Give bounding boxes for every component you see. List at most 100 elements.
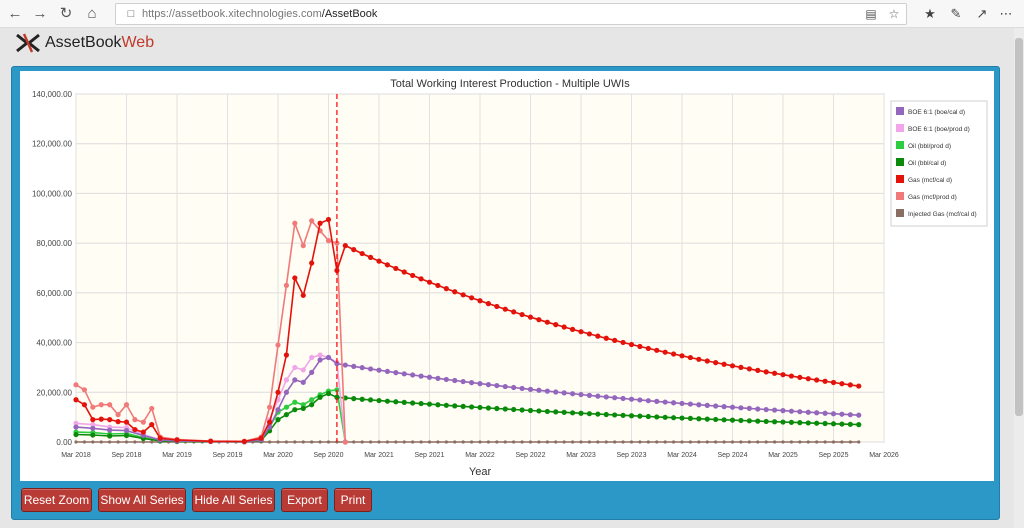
data-point [680,440,684,444]
data-point [82,440,87,444]
legend-label[interactable]: Gas (mcf/prod d) [908,194,957,201]
data-point [124,440,129,444]
data-point [309,354,315,361]
chart-legend[interactable]: BOE 6:1 (boe/cal d) BOE 6:1 (boe/prod d) O… [890,100,988,227]
data-point [815,440,819,444]
data-point [788,408,795,414]
data-point [90,425,96,431]
data-point [107,433,113,439]
address-bar[interactable]: □ https://assetbook.xitechnologies.com/A… [115,3,907,25]
y-tick-label: 20,000.00 [36,388,72,397]
export-button[interactable]: Export [281,488,328,512]
data-point [359,396,365,402]
legend-label[interactable]: BOE 6:1 (boe/cal d) [908,109,965,116]
app-logo-text[interactable]: AssetBookWeb [45,34,154,52]
hide-all-series-button[interactable]: Hide All Series [192,488,275,512]
legend-swatch[interactable] [896,107,904,115]
favorites-list-icon[interactable]: ★ [920,4,940,24]
data-point [468,404,475,410]
data-point [293,440,297,444]
data-point [620,395,626,402]
pen-icon[interactable]: ✎ [946,4,966,24]
data-point [485,301,492,307]
data-point [292,377,298,383]
data-point [729,404,736,410]
data-point [628,341,635,348]
legend-swatch[interactable] [896,141,904,149]
y-tick-label: 120,000.00 [32,140,73,149]
data-point [81,402,88,408]
data-point [292,220,298,226]
data-point [301,440,305,444]
data-point [99,440,103,444]
data-point [443,286,449,292]
data-point [755,406,761,412]
data-point [149,405,155,412]
data-point [520,440,524,444]
favorite-star-icon[interactable]: ☆ [885,6,903,22]
data-point [309,260,315,266]
data-point [847,382,853,388]
legend-swatch[interactable] [896,192,904,200]
data-point [132,426,138,433]
legend-swatch[interactable] [896,158,904,166]
data-point [502,383,508,390]
data-point [764,440,768,444]
data-point [300,379,306,385]
data-point [317,220,323,226]
data-point [276,440,280,444]
production-chart[interactable]: Total Working Interest Production - Mult… [20,71,994,481]
reset-zoom-button[interactable]: Reset Zoom [21,488,92,512]
data-point [839,421,845,427]
data-point [856,412,862,418]
page-scrollbar-thumb[interactable] [1015,38,1023,416]
data-point [620,412,626,418]
legend-label[interactable]: Oil (bbl/cal d) [908,160,946,167]
data-point [671,440,676,444]
legend-label[interactable]: Gas (mcf/cal d) [908,177,952,184]
data-point [426,374,433,380]
legend-label[interactable]: BOE 6:1 (boe/prod d) [908,126,970,133]
data-point [292,407,298,413]
data-point [266,419,273,425]
show-all-series-button[interactable]: Show All Series [98,488,186,512]
data-point [309,218,315,224]
reading-view-icon[interactable]: ▤ [862,6,880,22]
data-point [342,362,348,368]
data-point [628,413,635,419]
data-point [721,361,727,367]
share-icon[interactable]: ↗ [972,4,992,24]
data-point [856,383,862,389]
legend-swatch[interactable] [896,175,904,183]
legend-label[interactable]: Oil (bbl/prod d) [908,143,951,150]
data-point [687,415,694,422]
data-point [495,440,499,444]
data-point [494,303,500,310]
data-point [840,440,844,444]
data-point [578,391,584,398]
data-point [788,373,795,379]
more-menu-icon[interactable]: ⋯ [996,4,1016,24]
legend-label[interactable]: Injected Gas (mcf/cal d) [908,211,977,218]
legend-swatch[interactable] [896,209,904,217]
home-icon[interactable]: ⌂ [81,4,103,24]
data-point [697,440,701,444]
data-point [73,382,79,388]
print-button[interactable]: Print [334,488,372,512]
back-arrow-icon[interactable]: ← [4,4,26,24]
legend-swatch[interactable] [896,124,904,132]
data-point [108,440,112,444]
data-point [376,397,382,404]
data-point [426,279,433,285]
refresh-icon[interactable]: ↻ [55,4,77,24]
data-point [309,397,315,403]
data-point [704,402,710,408]
data-point [90,432,96,438]
data-point [830,411,837,417]
data-point [519,385,525,392]
data-point [91,440,95,444]
data-point [90,417,96,423]
data-point [612,337,618,343]
data-point [292,275,298,281]
forward-arrow-icon[interactable]: → [29,4,51,24]
